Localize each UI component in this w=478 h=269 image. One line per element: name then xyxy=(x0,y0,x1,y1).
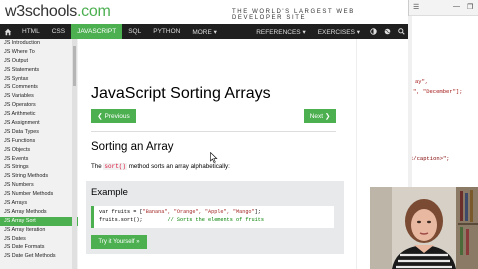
sidebar-item[interactable]: JS Output xyxy=(0,57,78,66)
sidebar-item[interactable]: JS Array Methods xyxy=(0,208,78,217)
sidebar-item[interactable]: JS Dates xyxy=(0,235,78,244)
nav-javascript[interactable]: JAVASCRIPT xyxy=(71,24,123,39)
nav-python[interactable]: PYTHON xyxy=(147,24,186,39)
sidebar-item[interactable]: JS String Methods xyxy=(0,172,78,181)
search-icon[interactable] xyxy=(394,24,408,39)
page-scrollbar[interactable] xyxy=(408,16,412,187)
code-block: var fruits = ["Banana", "Orange", "Apple… xyxy=(91,206,334,228)
sidebar-item[interactable]: JS Assignment xyxy=(0,119,78,128)
sidebar-item[interactable]: JS Objects xyxy=(0,146,78,155)
nav-css[interactable]: CSS xyxy=(46,24,71,39)
sidebar-item[interactable]: JS Array Iteration xyxy=(0,226,78,235)
sidebar-item[interactable]: JS Statements xyxy=(0,66,78,75)
sidebar-item[interactable]: JS Comments xyxy=(0,83,78,92)
sidebar-item[interactable]: JS Events xyxy=(0,155,78,164)
nav-html[interactable]: HTML xyxy=(16,24,46,39)
sidebar-item[interactable]: JS Variables xyxy=(0,92,78,101)
sidebar-item[interactable]: JS Arithmetic xyxy=(0,110,78,119)
tagline: THE WORLD'S LARGEST WEB DEVELOPER SITE xyxy=(232,9,355,21)
sidebar-item[interactable]: JS Introduction xyxy=(0,39,78,48)
page-title: JavaScript Sorting Arrays xyxy=(91,85,271,102)
nav-exercises[interactable]: EXERCISES ▾ xyxy=(312,24,366,39)
next-button[interactable]: Next ❯ xyxy=(304,109,336,123)
w3schools-logo[interactable]: w3schools.com xyxy=(5,3,111,21)
example-box: Example var fruits = ["Banana", "Orange"… xyxy=(86,181,344,254)
brand-bar: w3schools.com THE WORLD'S LARGEST WEB DE… xyxy=(0,0,408,24)
editor-line: </caption>"; xyxy=(410,155,450,162)
section-description: The sort() method sorts an array alphabe… xyxy=(91,163,230,170)
webcam-video xyxy=(370,187,478,269)
sidebar: JS Introduction JS Where To JS Output JS… xyxy=(0,39,78,269)
previous-button[interactable]: ❮ Previous xyxy=(91,109,136,123)
sidebar-item[interactable]: JS Arrays xyxy=(0,199,78,208)
sidebar-scroll-thumb[interactable] xyxy=(73,46,76,86)
home-icon[interactable] xyxy=(0,24,16,39)
nav-more[interactable]: MORE ▾ xyxy=(186,24,223,39)
sidebar-item[interactable]: JS Operators xyxy=(0,101,78,110)
sidebar-item[interactable]: JS Date Get Methods xyxy=(0,252,78,261)
try-it-yourself-button[interactable]: Try it Yourself » xyxy=(91,235,147,249)
example-title: Example xyxy=(91,187,128,198)
sidebar-item[interactable]: JS Syntax xyxy=(0,75,78,84)
mouse-cursor-icon xyxy=(210,152,218,163)
sidebar-item[interactable]: JS Functions xyxy=(0,137,78,146)
menu-icon[interactable]: ☰ xyxy=(413,3,419,11)
editor-line: ", "December"]; xyxy=(413,88,463,95)
section-title: Sorting an Array xyxy=(91,141,174,153)
sidebar-item[interactable]: JS Numbers xyxy=(0,181,78,190)
sidebar-item-array-sort[interactable]: JS Array Sort xyxy=(0,216,78,226)
sidebar-item[interactable]: JS Where To xyxy=(0,48,78,57)
minimize-icon[interactable]: — xyxy=(453,3,460,10)
divider xyxy=(91,131,336,132)
sidebar-item[interactable]: JS Date Formats xyxy=(0,243,78,252)
inline-code: sort() xyxy=(103,163,127,170)
nav-sql[interactable]: SQL xyxy=(122,24,147,39)
editor-toolbar: ☰ — ❐ xyxy=(409,0,478,16)
sidebar-item[interactable]: JS Data Types xyxy=(0,128,78,137)
sidebar-item[interactable]: JS Strings xyxy=(0,163,78,172)
nav-references[interactable]: REFERENCES ▾ xyxy=(250,24,312,39)
sidebar-item[interactable]: JS Number Methods xyxy=(0,190,78,199)
globe-icon[interactable] xyxy=(380,24,394,39)
editor-line: ay", xyxy=(415,78,429,85)
contrast-icon[interactable] xyxy=(366,24,380,39)
window-icon[interactable]: ❐ xyxy=(467,3,473,11)
top-navbar: HTML CSS JAVASCRIPT SQL PYTHON MORE ▾ RE… xyxy=(0,24,408,39)
